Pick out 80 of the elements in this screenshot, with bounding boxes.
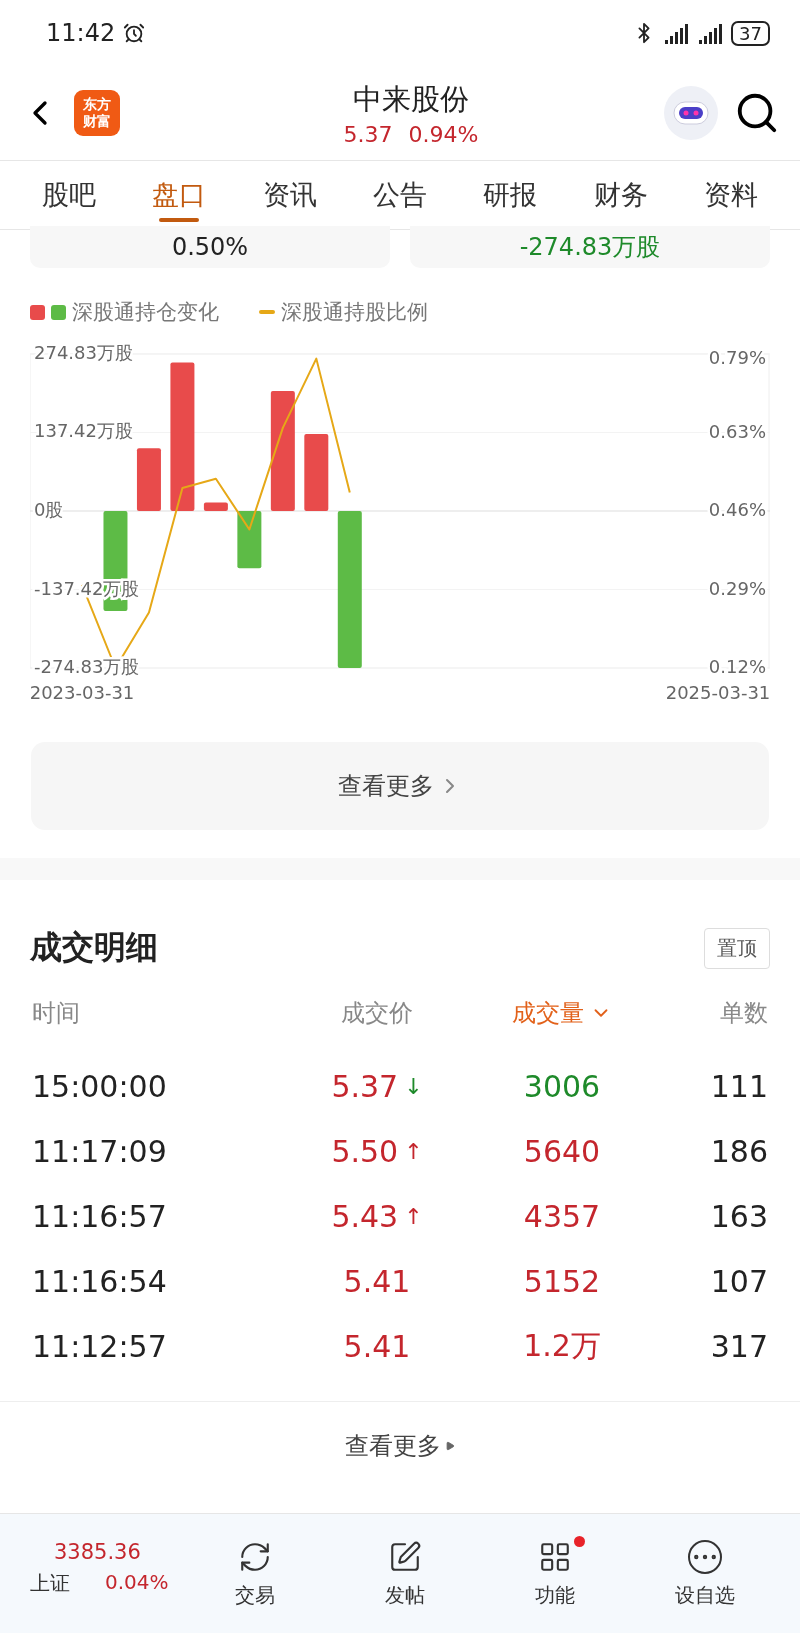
table-cell-text: 11:12:57 bbox=[32, 1328, 168, 1366]
table-cell-text: 5.41 bbox=[342, 1263, 412, 1301]
stock-change: 0.94% bbox=[408, 121, 479, 147]
pin-button[interactable]: 置顶 bbox=[704, 927, 770, 969]
view-more-link[interactable]: 查看更多 bbox=[0, 1402, 800, 1490]
tab[interactable]: 盘口 bbox=[152, 161, 207, 229]
trend-arrow: ↓ bbox=[404, 1074, 423, 1099]
robot-avatar[interactable] bbox=[662, 84, 720, 142]
stock-price: 5.37 bbox=[343, 121, 393, 147]
index-value[interactable]: 3385.36 bbox=[30, 1540, 180, 1564]
table-cell-text: 317 bbox=[709, 1328, 768, 1366]
axis-label: 2025-03-31 bbox=[665, 682, 770, 703]
axis-label: 0.29% bbox=[708, 577, 766, 599]
index-change: 0.04% bbox=[105, 1570, 170, 1596]
alarm-icon bbox=[123, 22, 146, 44]
table-cell-text: 111 bbox=[709, 1068, 768, 1106]
axis-label: 2023-03-31 bbox=[30, 682, 135, 703]
section-title: 成交明细 bbox=[30, 927, 158, 968]
nav-label[interactable]: 发帖 bbox=[385, 1582, 425, 1609]
triangle-icon bbox=[445, 1441, 455, 1451]
table-cell-text: 5.37 ↓ bbox=[330, 1068, 424, 1106]
legend-swatch bbox=[30, 304, 45, 320]
legend-label: 深股通持仓变化 bbox=[72, 299, 219, 326]
tab[interactable]: 财务 bbox=[593, 161, 648, 229]
chart-bar bbox=[203, 502, 228, 511]
trend-arrow: ↑ bbox=[404, 1204, 423, 1229]
axis-label: 0.63% bbox=[708, 420, 766, 442]
summary-card: 0.50% bbox=[30, 226, 390, 268]
status-time: 11:42 bbox=[46, 19, 116, 47]
signal-icon bbox=[697, 22, 724, 44]
grid-icon bbox=[538, 1540, 572, 1574]
trend-arrow: ↑ bbox=[404, 1139, 423, 1164]
chart-bar bbox=[136, 448, 161, 511]
nav-label[interactable]: 交易 bbox=[235, 1582, 275, 1609]
legend-swatch bbox=[51, 304, 66, 320]
table-cell-text: 5152 bbox=[522, 1263, 602, 1301]
signal-icon bbox=[663, 22, 690, 44]
index-name: 上证 bbox=[30, 1570, 71, 1597]
table-cell-text: 11:16:57 bbox=[32, 1198, 168, 1236]
more-icon bbox=[688, 1540, 722, 1574]
axis-label: 0股 bbox=[34, 499, 64, 520]
table-cell-text: 11:16:54 bbox=[32, 1263, 168, 1301]
tab[interactable]: 股吧 bbox=[42, 161, 97, 229]
table-cell-text: 1.2万 bbox=[522, 1327, 602, 1365]
table-cell-text: 5640 bbox=[522, 1133, 602, 1171]
table-cell-text: 11:17:09 bbox=[32, 1133, 168, 1171]
table-cell-text: 15:00:00 bbox=[32, 1068, 168, 1106]
tab[interactable]: 研报 bbox=[483, 161, 538, 229]
axis-label: 137.42万股 bbox=[34, 420, 133, 442]
table-cell-text: 186 bbox=[709, 1133, 768, 1171]
column-header[interactable]: 时间 bbox=[32, 976, 292, 1050]
stock-name: 中来股份 bbox=[353, 80, 469, 118]
column-header[interactable]: 成交量 bbox=[462, 976, 662, 1050]
table-cell-text: 163 bbox=[709, 1198, 768, 1236]
table-cell-text: 4357 bbox=[522, 1198, 602, 1236]
tab[interactable]: 资料 bbox=[703, 161, 758, 229]
nav-label[interactable]: 功能 bbox=[535, 1582, 575, 1609]
nav-label[interactable]: 设自选 bbox=[675, 1582, 735, 1609]
chart-bar bbox=[237, 511, 262, 569]
table-cell-text: 5.41 bbox=[342, 1328, 412, 1366]
axis-label: 0.79% bbox=[708, 346, 766, 368]
edit-icon bbox=[388, 1540, 422, 1574]
column-header[interactable]: 单数 bbox=[662, 976, 768, 1050]
axis-label: 274.83万股 bbox=[34, 342, 133, 363]
table-cell-text: 3006 bbox=[522, 1068, 602, 1106]
table-cell-text: 5.50 ↑ bbox=[330, 1133, 424, 1171]
legend-label: 深股通持股比例 bbox=[281, 299, 428, 326]
battery-level: 37 bbox=[731, 20, 770, 46]
table-cell-text: 107 bbox=[709, 1263, 768, 1301]
table-cell-text: 5.43 ↑ bbox=[330, 1198, 424, 1236]
tab[interactable]: 公告 bbox=[373, 161, 427, 229]
axis-label: 0.46% bbox=[708, 499, 766, 520]
refresh-icon bbox=[238, 1540, 272, 1574]
view-more-button[interactable]: 查看更多 bbox=[31, 742, 769, 830]
summary-card: -274.83万股 bbox=[410, 226, 770, 268]
axis-label: -274.83万股 bbox=[34, 656, 140, 677]
legend-swatch bbox=[259, 310, 275, 314]
tab[interactable]: 资讯 bbox=[262, 161, 317, 229]
column-header[interactable]: 成交价 bbox=[292, 976, 462, 1050]
axis-label: 0.12% bbox=[708, 656, 766, 677]
